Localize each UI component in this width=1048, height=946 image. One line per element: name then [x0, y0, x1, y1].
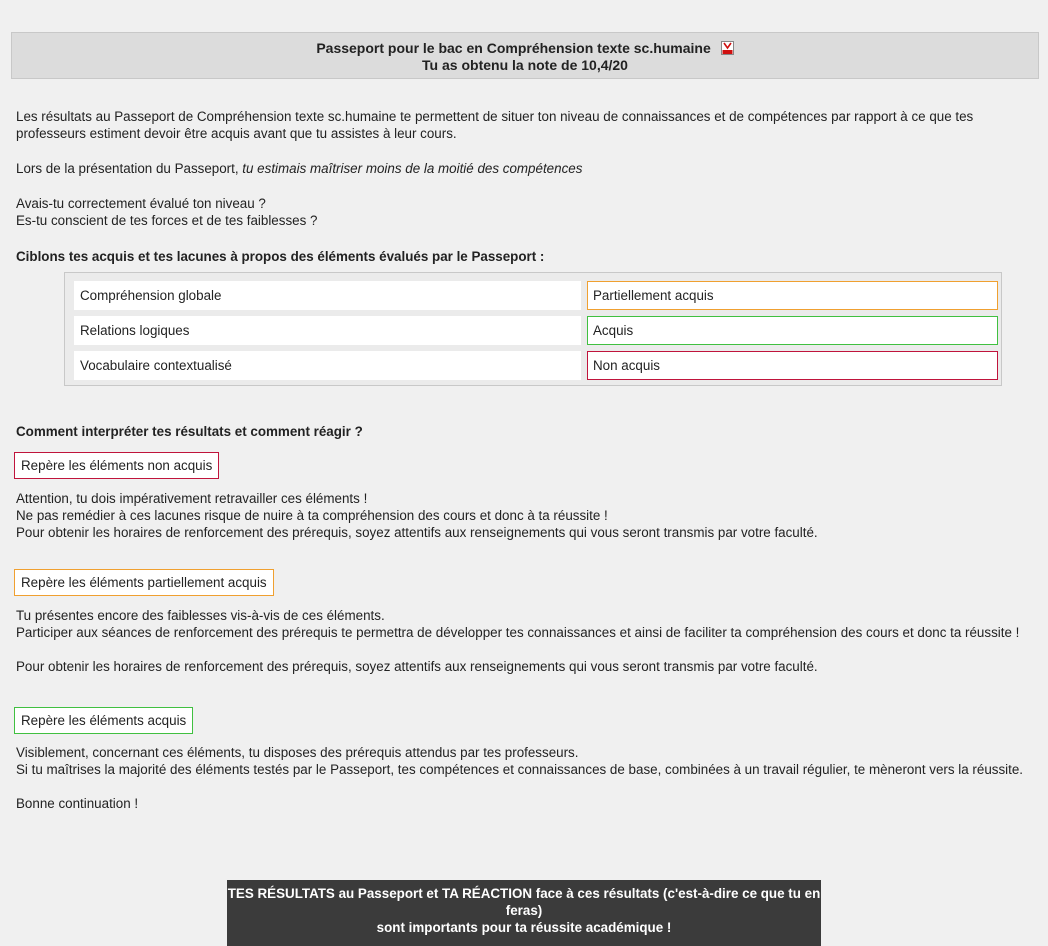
result-status: Acquis	[587, 316, 998, 345]
interpret-heading: Comment interpréter tes résultats et com…	[16, 424, 363, 439]
partiel-line-2: Participer aux séances de renforcement d…	[16, 625, 1020, 640]
results-section-heading: Ciblons tes acquis et tes lacunes à prop…	[16, 249, 545, 264]
result-label: Vocabulaire contextualisé	[74, 351, 581, 380]
header-title-line: Passeport pour le bac en Compréhension t…	[12, 40, 1038, 57]
question-1: Avais-tu correctement évalué ton niveau …	[16, 196, 266, 211]
non-acquis-box: Repère les éléments non acquis	[14, 452, 220, 479]
acquis-line-3: Bonne continuation !	[16, 796, 139, 811]
result-label: Relations logiques	[74, 316, 581, 345]
result-label: Compréhension globale	[74, 281, 581, 310]
grade-text: Tu as obtenu la note de 10,4/20	[422, 57, 628, 73]
presentation-estimate: tu estimais maîtriser moins de la moitié…	[242, 161, 583, 176]
footer-banner: TES RÉSULTATS au Passeport et TA RÉACTIO…	[227, 880, 821, 946]
results-header: Passeport pour le bac en Compréhension t…	[11, 32, 1039, 79]
non-acquis-line-2: Ne pas remédier à ces lacunes risque de …	[16, 508, 608, 523]
acquis-line-1: Visiblement, concernant ces éléments, tu…	[16, 745, 579, 760]
result-status: Non acquis	[587, 351, 998, 380]
partiel-box: Repère les éléments partiellement acquis	[14, 569, 274, 596]
partiel-line-3: Pour obtenir les horaires de renforcemen…	[16, 659, 818, 674]
footer-line-2: sont importants pour ta réussite académi…	[376, 920, 672, 935]
page-title: Passeport pour le bac en Compréhension t…	[316, 40, 711, 56]
results-table: Compréhension globale Partiellement acqu…	[64, 272, 1002, 386]
question-2: Es-tu conscient de tes forces et de tes …	[16, 213, 318, 228]
pdf-icon[interactable]	[720, 41, 734, 55]
acquis-line-2: Si tu maîtrises la majorité des éléments…	[16, 762, 1024, 777]
presentation-prefix: Lors de la présentation du Passeport,	[16, 161, 243, 176]
footer-line-1: TES RÉSULTATS au Passeport et TA RÉACTIO…	[227, 886, 821, 918]
non-acquis-line-1: Attention, tu dois impérativement retrav…	[16, 491, 368, 506]
partiel-line-1: Tu présentes encore des faiblesses vis-à…	[16, 608, 385, 623]
non-acquis-line-3: Pour obtenir les horaires de renforcemen…	[16, 525, 818, 540]
intro-paragraph: Les résultats au Passeport de Compréhens…	[16, 109, 974, 141]
result-status: Partiellement acquis	[587, 281, 998, 310]
presentation-paragraph: Lors de la présentation du Passeport, tu…	[16, 160, 1036, 177]
acquis-box: Repère les éléments acquis	[14, 707, 194, 734]
